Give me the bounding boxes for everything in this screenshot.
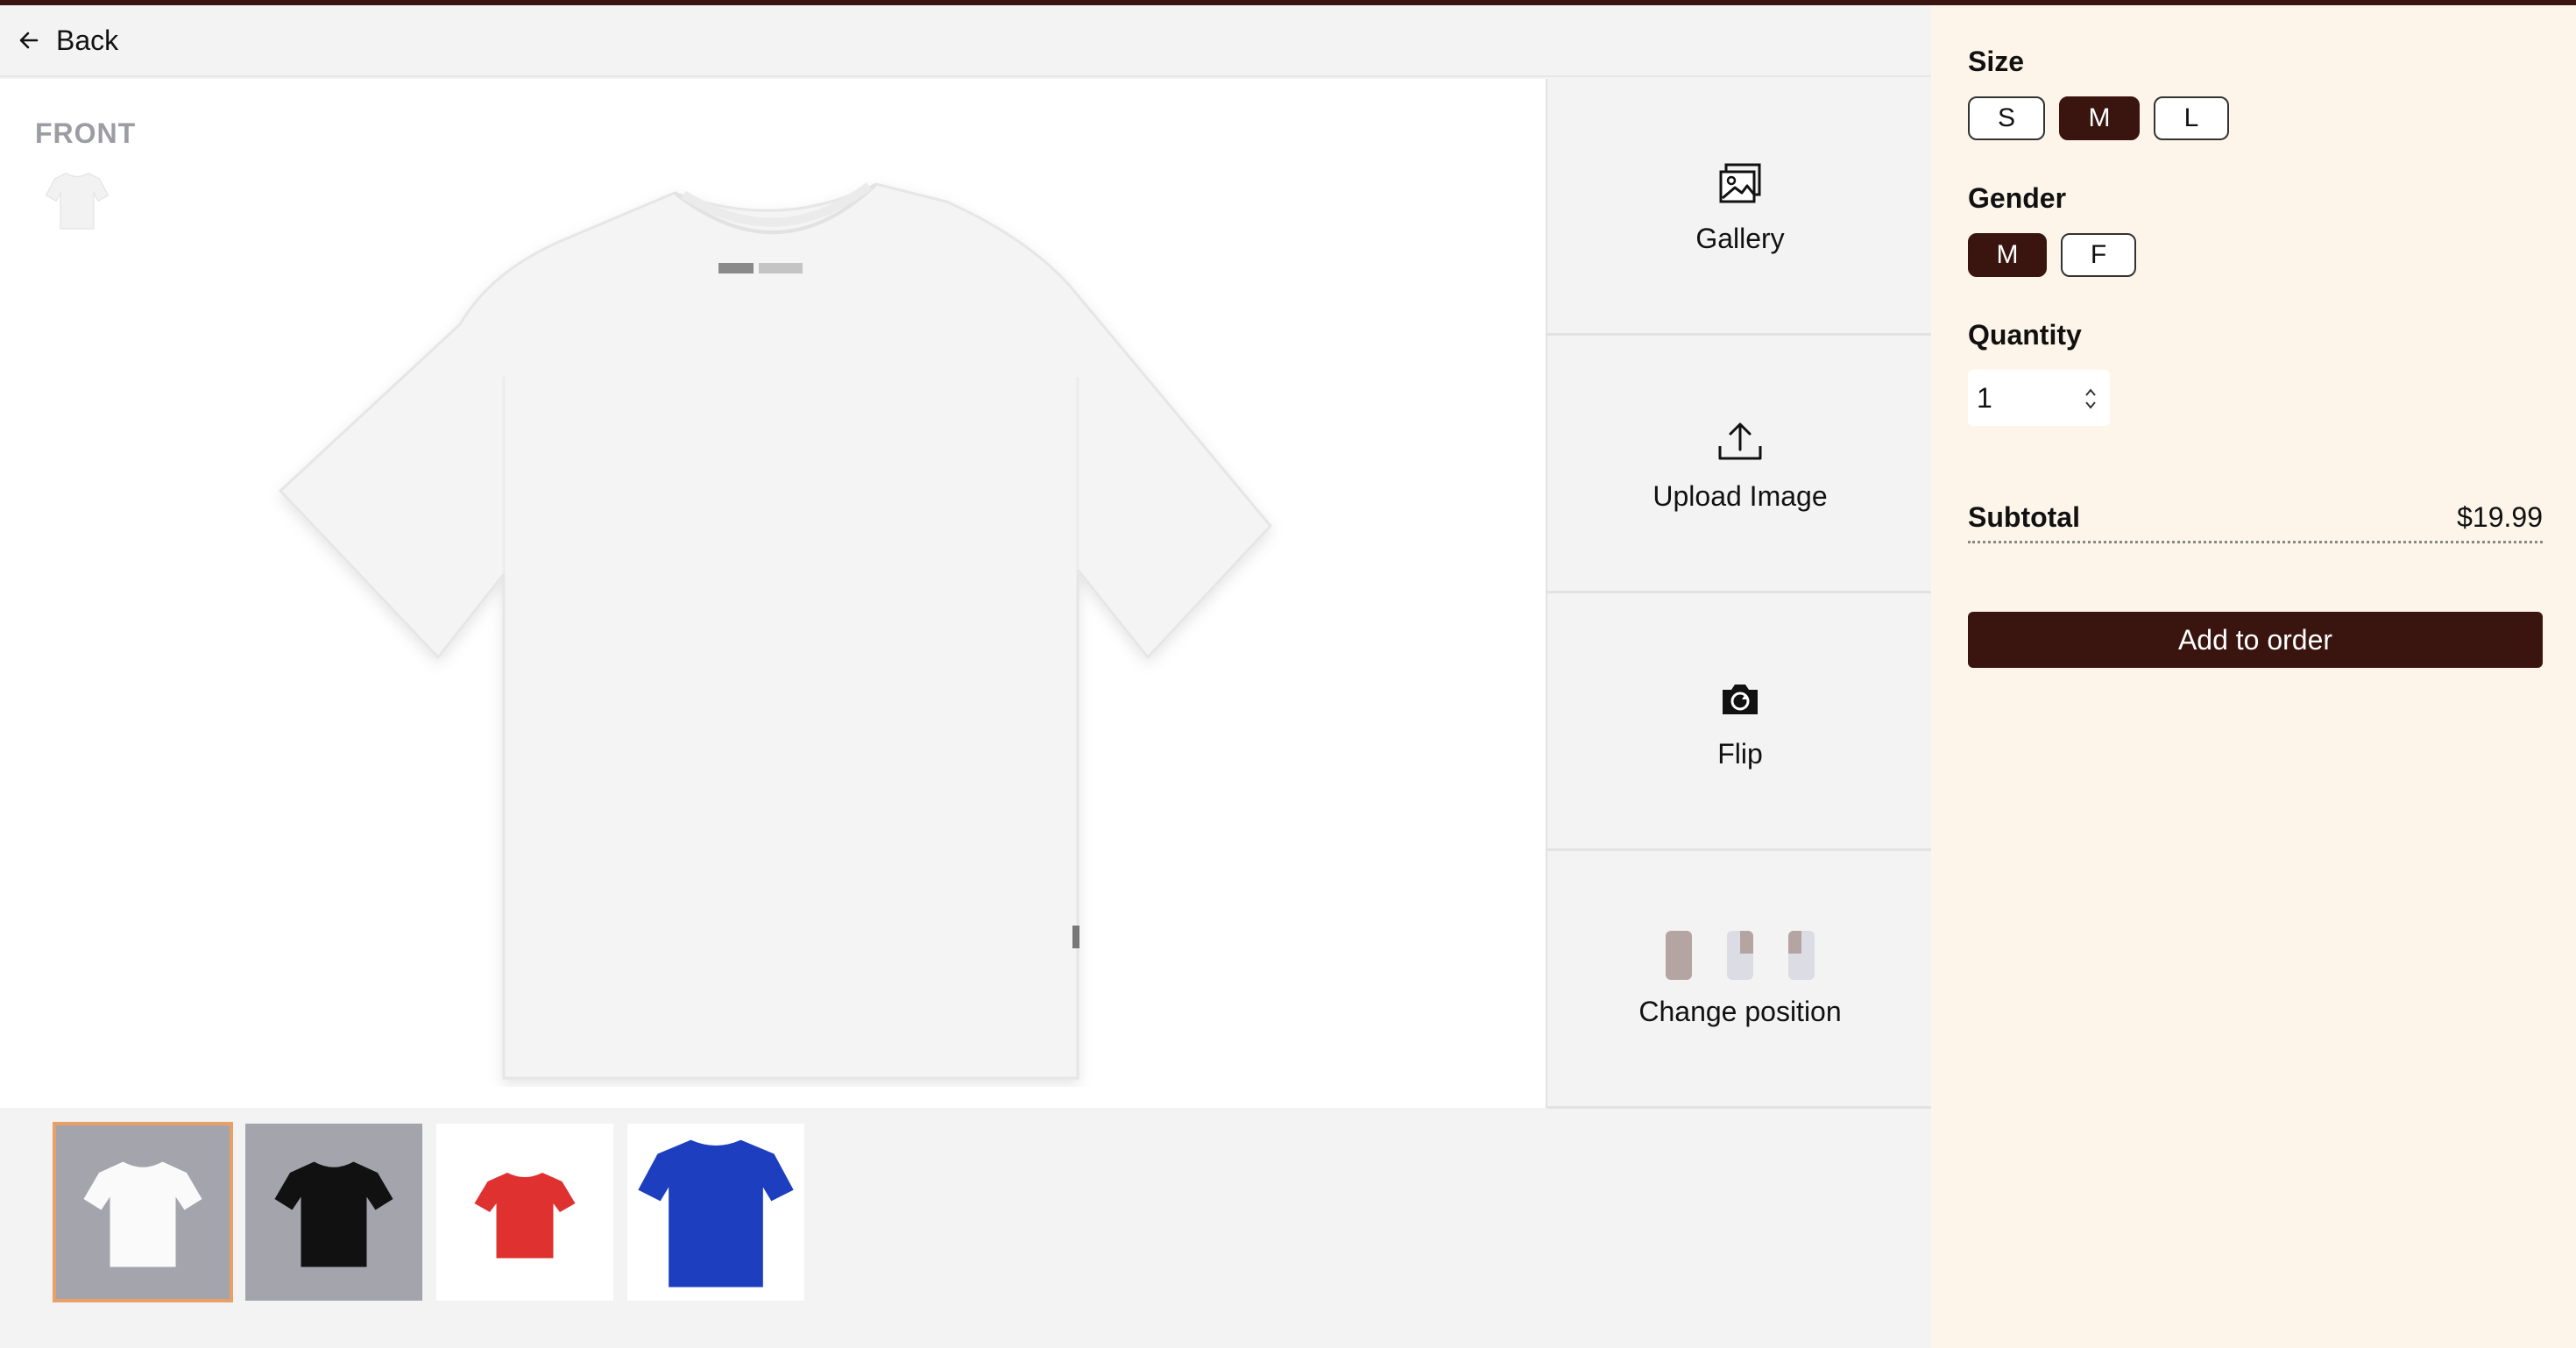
flip-camera-icon xyxy=(1714,673,1766,726)
gender-options: M F xyxy=(1968,233,2136,277)
back-arrow-icon[interactable] xyxy=(18,29,40,52)
position-full-icon[interactable] xyxy=(1666,930,1692,980)
design-canvas[interactable]: FRONT xyxy=(0,79,1546,1108)
subtotal-value: $19.99 xyxy=(2457,501,2543,533)
size-label: Size xyxy=(1968,46,2025,77)
variant-white-thumbnail[interactable] xyxy=(53,1122,233,1302)
view-label: FRONT xyxy=(35,117,137,149)
flip-label: Flip xyxy=(1717,737,1763,770)
subtotal-row: Subtotal $19.99 xyxy=(1968,501,2543,543)
gallery-tool[interactable]: Gallery xyxy=(1547,79,1933,336)
size-options: S M L xyxy=(1968,96,2229,140)
gallery-icon xyxy=(1714,158,1766,210)
subtotal-label: Subtotal xyxy=(1968,501,2080,533)
quantity-stepper[interactable]: 1 xyxy=(1968,370,2110,426)
variant-red-thumbnail[interactable] xyxy=(436,1124,613,1301)
gender-label: Gender xyxy=(1968,182,2067,214)
size-option-m[interactable]: M xyxy=(2059,96,2140,140)
position-left-chest-icon[interactable] xyxy=(1788,930,1815,980)
position-right-chest-icon[interactable] xyxy=(1727,930,1753,980)
back-bar: Back xyxy=(0,5,1931,77)
upload-image-tool[interactable]: Upload Image xyxy=(1547,337,1933,593)
gender-option-f[interactable]: F xyxy=(2061,233,2136,277)
front-view-thumbnail[interactable] xyxy=(44,167,110,233)
size-option-l[interactable]: L xyxy=(2154,96,2229,140)
variant-blue-thumbnail[interactable] xyxy=(627,1124,804,1301)
stepper-arrows-icon[interactable] xyxy=(2082,386,2099,412)
upload-image-label: Upload Image xyxy=(1652,479,1828,512)
upload-icon xyxy=(1714,415,1766,468)
variant-black-thumbnail[interactable] xyxy=(245,1124,422,1301)
position-icons xyxy=(1666,930,1815,980)
tshirt-preview-image[interactable] xyxy=(263,114,1288,1087)
designer-area: Back FRONT Gallery Upload Image Flip Cha… xyxy=(0,5,1933,1348)
order-panel: Size S M L Gender M F Quantity 1 Subtota… xyxy=(1931,5,2576,1348)
quantity-label: Quantity xyxy=(1968,319,2082,351)
back-button[interactable]: Back xyxy=(56,25,118,57)
quantity-value: 1 xyxy=(1977,381,1992,414)
size-option-s[interactable]: S xyxy=(1968,96,2045,140)
gender-option-m[interactable]: M xyxy=(1968,233,2047,277)
tool-sidebar: Gallery Upload Image Flip Change positio… xyxy=(1546,79,1933,1109)
change-position-label: Change position xyxy=(1638,995,1842,1027)
add-to-order-button[interactable]: Add to order xyxy=(1968,612,2543,668)
gallery-label: Gallery xyxy=(1695,222,1785,254)
color-variant-list xyxy=(53,1122,804,1302)
change-position-tool[interactable]: Change position xyxy=(1547,852,1933,1109)
flip-tool[interactable]: Flip xyxy=(1547,594,1933,851)
